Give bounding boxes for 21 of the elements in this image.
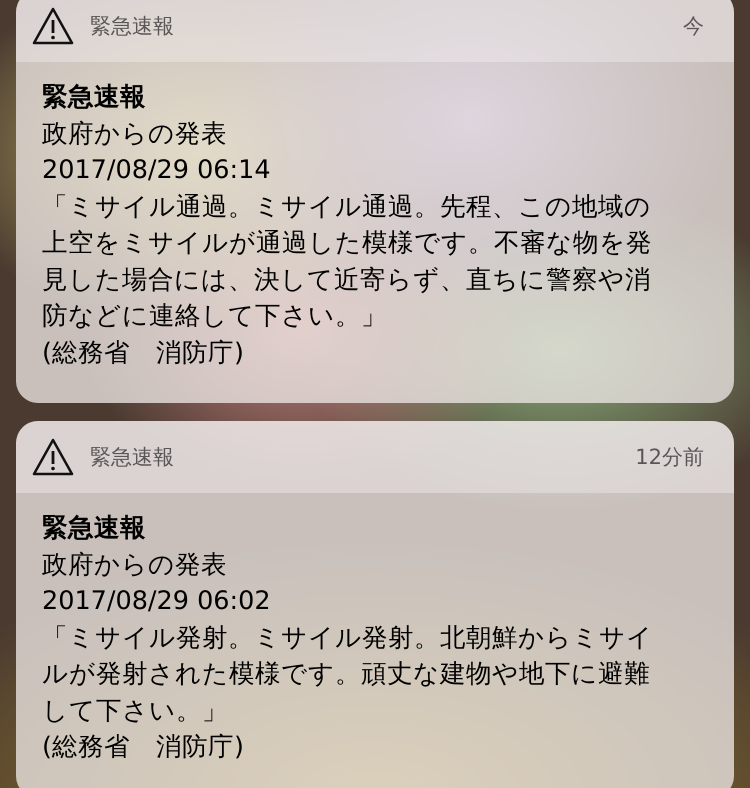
alert-title: 緊急速報 (42, 81, 147, 114)
alert-subtitle: 政府からの発表 (42, 548, 228, 582)
time-label: 今 (683, 13, 704, 40)
message-line: 防などに連絡して下さい。」 (42, 300, 388, 333)
message-line: 「ミサイル通過。ミサイル通過。先程、この地域の (42, 190, 652, 224)
app-name: 緊急速報 (90, 13, 175, 40)
message-line: ルが発射された模様です。頑丈な建物や地下に避難 (42, 658, 651, 691)
alert-source: (総務省 消防庁) (42, 336, 245, 370)
app-name: 緊急速報 (90, 444, 175, 471)
message-line: して下さい。」 (42, 694, 229, 728)
alert-source: (総務省 消防庁) (42, 731, 245, 764)
alert-title: 緊急速報 (42, 512, 147, 545)
message-line: 「ミサイル発射。ミサイル発射。北朝鮮からミサイ (42, 622, 654, 654)
message-line: 上空をミサイルが通過した模様です。不審な物を発 (42, 227, 653, 260)
warning-icon (32, 438, 74, 476)
alert-date: 2017/08/29 06:14 (42, 154, 272, 187)
time-label: 12分前 (635, 444, 704, 471)
alert-subtitle: 政府からの発表 (42, 118, 228, 150)
alert-date: 2017/08/29 06:02 (42, 585, 272, 618)
message-line: 見した場合には、決して近寄らず、直ちに警察や消 (42, 264, 652, 296)
warning-icon (32, 7, 74, 45)
